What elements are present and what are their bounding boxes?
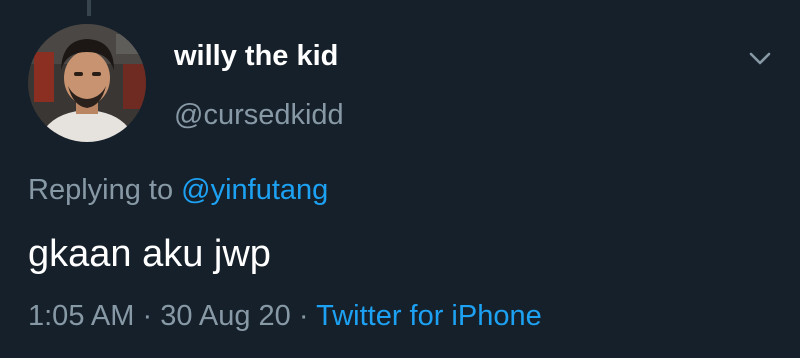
more-options-button[interactable] — [743, 48, 777, 72]
tweet-metadata: 1:05 AM · 30 Aug 20 · Twitter for iPhone — [28, 300, 542, 333]
display-name[interactable]: willy the kid — [174, 40, 338, 73]
tweet-text: gkaan aku jwp — [28, 233, 271, 275]
tweet-time[interactable]: 1:05 AM — [28, 300, 134, 332]
user-handle[interactable]: @cursedkidd — [174, 99, 344, 132]
meta-separator: · — [290, 300, 317, 332]
replying-to-line: Replying to @yinfutang — [28, 174, 328, 207]
avatar-photo — [28, 24, 146, 142]
tweet-date[interactable]: 30 Aug 20 — [160, 300, 291, 332]
avatar[interactable] — [28, 24, 146, 142]
chevron-down-icon — [749, 52, 771, 65]
tweet-source-link[interactable]: Twitter for iPhone — [316, 300, 542, 332]
meta-separator: · — [134, 300, 161, 332]
reply-mention-link[interactable]: @yinfutang — [181, 174, 328, 206]
thread-connector-line — [87, 0, 91, 16]
replying-to-label: Replying to — [28, 174, 182, 206]
